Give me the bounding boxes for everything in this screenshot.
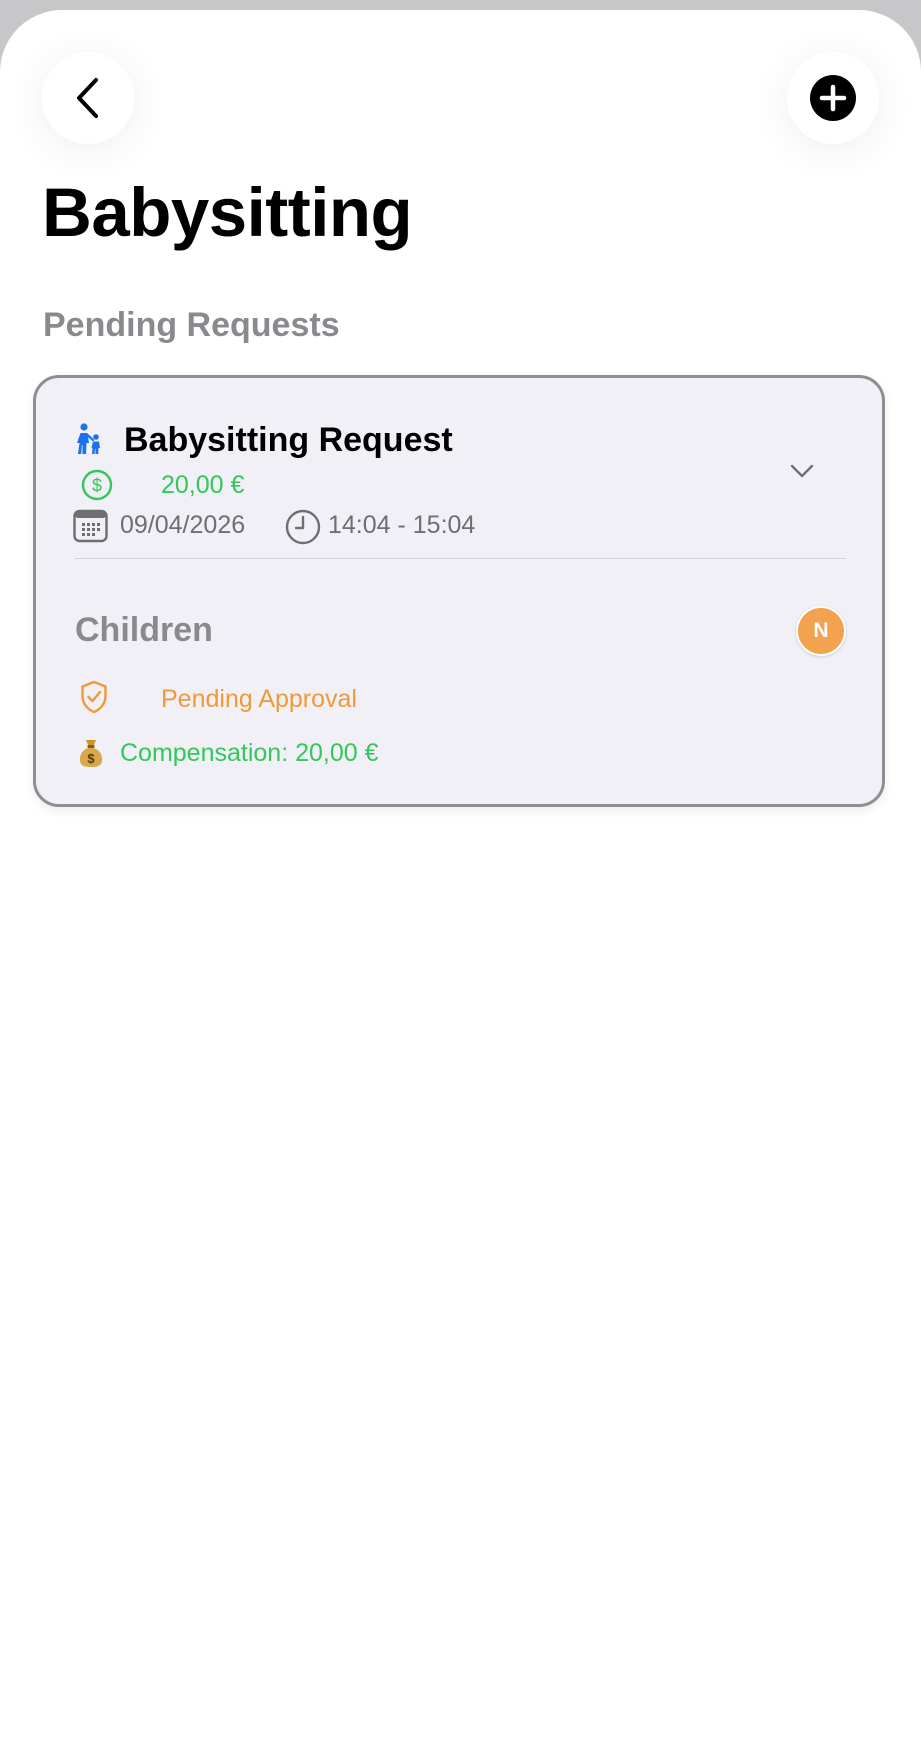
- svg-text:$: $: [87, 751, 95, 766]
- back-button[interactable]: [42, 52, 134, 144]
- child-avatar[interactable]: N: [796, 606, 846, 656]
- app-screen: Babysitting Pending Requests Babysitting…: [0, 10, 921, 1750]
- request-card[interactable]: Babysitting Request $ 20,00 € 09/04/2026…: [33, 375, 885, 807]
- chevron-down-icon[interactable]: [789, 462, 815, 480]
- clock-icon: [285, 509, 321, 545]
- section-title: Pending Requests: [43, 306, 340, 344]
- parent-child-icon: [77, 423, 100, 454]
- page-title: Babysitting: [42, 174, 413, 251]
- chevron-left-icon: [77, 78, 98, 118]
- status-badge: Pending Approval: [161, 685, 357, 713]
- add-request-button[interactable]: [787, 52, 879, 144]
- request-price: 20,00 €: [161, 471, 245, 499]
- compensation-text: Compensation: 20,00 €: [120, 739, 379, 767]
- request-time: 14:04 - 15:04: [328, 511, 476, 539]
- card-divider: [75, 558, 846, 559]
- request-title: Babysitting Request: [124, 421, 453, 459]
- money-bag-icon: $: [79, 740, 103, 767]
- shield-check-icon: [81, 680, 107, 714]
- dollar-circle-icon: $: [81, 469, 113, 501]
- children-label: Children: [75, 611, 213, 649]
- calendar-icon: [73, 509, 108, 543]
- plus-circle-icon: [810, 75, 856, 121]
- request-date: 09/04/2026: [120, 511, 246, 539]
- svg-text:$: $: [92, 476, 102, 496]
